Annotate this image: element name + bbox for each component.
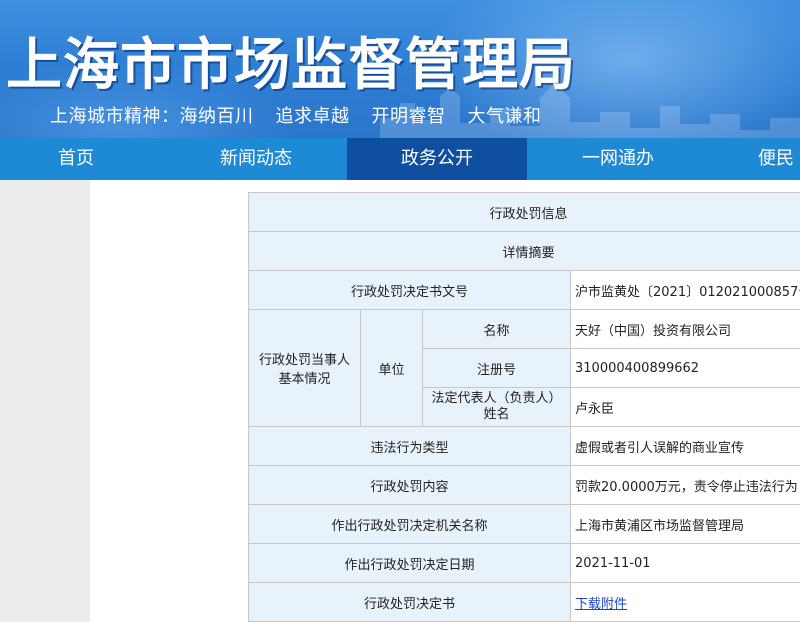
doc-no-value: 沪市监黄处〔2021〕012021000857号 <box>569 270 800 310</box>
download-attachment-link[interactable]: 下载附件 <box>575 597 627 612</box>
violation-type-label: 违法行为类型 <box>248 426 571 466</box>
authority-label: 作出行政处罚决定机关名称 <box>248 504 571 544</box>
penalty-content-label: 行政处罚内容 <box>248 465 571 505</box>
nav-item-online-services[interactable]: 一网通办 <box>528 138 708 180</box>
slogan-part: 追求卓越 <box>275 106 350 127</box>
penalty-info-table: 行政处罚信息 详情摘要 行政处罚决定书文号 沪市监黄处〔2021〕0120210… <box>247 192 800 622</box>
header-banner: 上海市市场监督管理局 上海城市精神：海纳百川 追求卓越 开明睿智 大气谦和 <box>0 0 800 138</box>
site-title: 上海市市场监督管理局 <box>6 33 576 98</box>
nav-item-home[interactable]: 首页 <box>0 138 166 180</box>
authority-value: 上海市黄浦区市场监督管理局 <box>569 504 800 544</box>
nav-item-convenience[interactable]: 便民 <box>708 138 800 180</box>
reg-label: 注册号 <box>422 348 571 388</box>
decision-date-label: 作出行政处罚决定日期 <box>248 543 571 583</box>
slogan-part: 开明睿智 <box>371 106 446 127</box>
decision-doc-label: 行政处罚决定书 <box>248 582 571 622</box>
nav-item-government-affairs[interactable]: 政务公开 <box>347 138 527 180</box>
doc-no-label: 行政处罚决定书文号 <box>248 270 571 310</box>
violation-type-value: 虚假或者引人误解的商业宣传 <box>569 426 800 466</box>
name-value: 天好（中国）投资有限公司 <box>569 309 800 349</box>
name-label: 名称 <box>422 309 571 349</box>
legal-rep-value: 卢永臣 <box>569 387 800 427</box>
reg-value: 310000400899662 <box>569 348 800 388</box>
legal-rep-label: 法定代表人（负责人）姓名 <box>422 387 571 427</box>
site-slogan: 上海城市精神：海纳百川 追求卓越 开明睿智 大气谦和 <box>50 102 564 128</box>
unit-label: 单位 <box>360 309 423 427</box>
slogan-part: 上海城市精神：海纳百川 <box>50 106 254 127</box>
slogan-part: 大气谦和 <box>467 106 542 127</box>
main-nav: 首页 新闻动态 政务公开 一网通办 便民 <box>0 138 800 180</box>
table-subtitle: 详情摘要 <box>247 231 800 271</box>
decision-doc-cell: 下载附件 <box>569 582 800 622</box>
penalty-content-value: 罚款20.0000万元，责令停止违法行为 <box>569 465 800 505</box>
nav-item-news[interactable]: 新闻动态 <box>166 138 346 180</box>
party-label: 行政处罚当事人基本情况 <box>248 309 361 427</box>
table-title: 行政处罚信息 <box>247 192 800 232</box>
decision-date-value: 2021-11-01 <box>569 543 800 583</box>
